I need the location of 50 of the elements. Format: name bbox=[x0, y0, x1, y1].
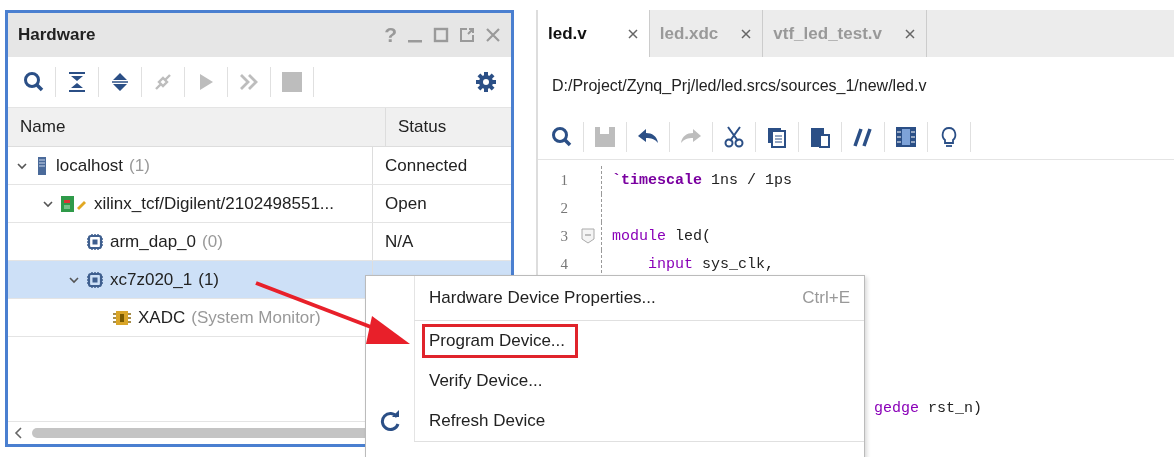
column-header[interactable]: Name bbox=[8, 108, 386, 146]
collapse-all-icon[interactable] bbox=[66, 71, 88, 93]
device-count: (1) bbox=[129, 155, 150, 176]
code-line: `timescale 1ns / 1ps bbox=[612, 171, 793, 189]
code-line: module led( bbox=[612, 227, 712, 245]
device-count: (System Monitor) bbox=[191, 307, 321, 328]
device-name: xilinx_tcf/Digilent/2102498551... bbox=[94, 193, 335, 214]
line-number: 2 bbox=[559, 199, 568, 217]
chip-icon bbox=[112, 308, 132, 327]
board-icon bbox=[60, 194, 88, 213]
file-path: D:/Project/Zynq_Prj/led/led.srcs/sources_1/new/led.v bbox=[551, 76, 928, 96]
refresh-icon bbox=[379, 410, 401, 432]
close-icon[interactable] bbox=[626, 27, 639, 40]
scroll-left-icon[interactable] bbox=[14, 427, 24, 439]
device-status: Open bbox=[385, 193, 427, 214]
editor-tab[interactable]: led.v bbox=[538, 10, 650, 57]
column-header[interactable]: Status bbox=[386, 108, 511, 146]
code-line: input sys_clk, bbox=[647, 255, 775, 273]
menu-item[interactable]: Verify Device... bbox=[422, 364, 556, 398]
tree-row[interactable]: localhost (1) Connected bbox=[8, 147, 511, 185]
chip-icon bbox=[86, 232, 104, 251]
search-icon[interactable] bbox=[551, 126, 573, 148]
device-name: localhost bbox=[56, 155, 124, 176]
device-name: arm_dap_0 bbox=[110, 231, 196, 252]
tree-row[interactable]: xilinx_tcf/Digilent/2102498551... Open bbox=[8, 185, 511, 223]
close-icon[interactable] bbox=[904, 27, 916, 40]
line-number: 1 bbox=[559, 171, 568, 189]
search-icon[interactable] bbox=[23, 71, 45, 93]
line-number: 4 bbox=[559, 255, 568, 273]
paste-icon[interactable] bbox=[809, 126, 831, 148]
device-name: xc7z020_1 bbox=[110, 269, 193, 290]
menu-item[interactable]: Refresh Device bbox=[422, 404, 559, 438]
menu-item[interactable]: Program Device... bbox=[422, 324, 579, 358]
settings-icon[interactable] bbox=[475, 71, 497, 93]
device-count: (1) bbox=[198, 269, 219, 290]
columns-icon[interactable] bbox=[895, 126, 917, 148]
close-icon[interactable] bbox=[740, 27, 753, 40]
scissors-icon[interactable] bbox=[723, 126, 745, 148]
device-count: (0) bbox=[202, 231, 223, 252]
device-status: N/A bbox=[385, 231, 414, 252]
expand-all-icon[interactable] bbox=[109, 71, 131, 93]
line-number: 3 bbox=[559, 227, 568, 245]
copy-icon[interactable] bbox=[766, 126, 788, 148]
device-name: XADC bbox=[138, 307, 186, 328]
shortcut-text: Ctrl+E bbox=[802, 288, 850, 308]
chip-icon bbox=[86, 270, 104, 289]
comment-slashes-icon[interactable] bbox=[852, 126, 874, 148]
device-status: Connected bbox=[385, 155, 468, 176]
code-line: gedge rst_n) bbox=[874, 399, 983, 417]
panel-title: Hardware bbox=[18, 25, 96, 45]
